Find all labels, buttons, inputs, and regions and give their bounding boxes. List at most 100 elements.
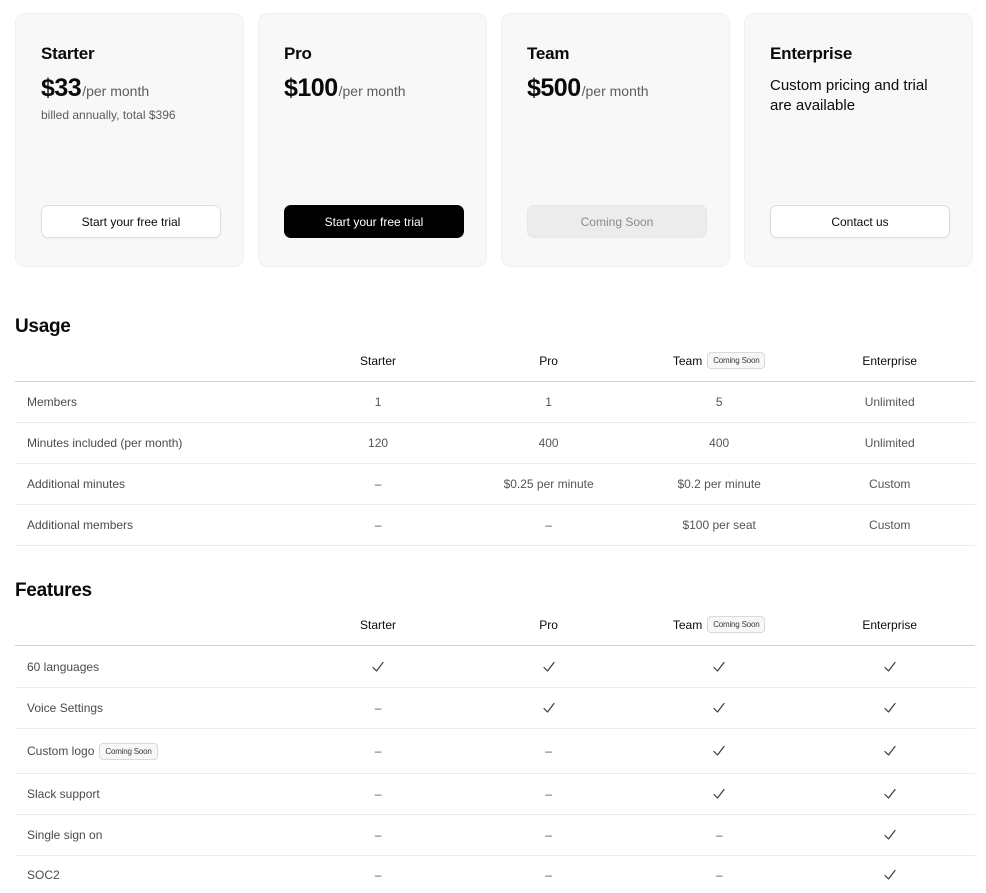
check-icon <box>713 702 725 713</box>
row-label-cell: Single sign on <box>15 828 293 842</box>
check-icon <box>884 661 896 672</box>
value-cell <box>634 787 805 801</box>
column-header-pro: Pro <box>463 618 634 632</box>
not-included-dash: – <box>545 744 552 758</box>
value-cell <box>804 660 975 674</box>
row-label: Additional minutes <box>27 477 126 491</box>
value-cell: 400 <box>463 436 634 450</box>
cell-value: Custom <box>869 477 911 491</box>
not-included-dash: – <box>715 828 723 842</box>
column-header-label: Pro <box>539 353 558 368</box>
check-icon <box>542 702 555 713</box>
row-label: Additional members <box>27 518 134 532</box>
value-cell: – <box>293 744 464 758</box>
table-row: Additional minutes – $0.25 per minute $0.2 … <box>15 464 975 505</box>
column-header-label: Starter <box>360 353 397 368</box>
value-cell <box>634 701 805 715</box>
value-cell <box>804 701 975 715</box>
value-cell: – <box>634 828 805 842</box>
not-included-dash: – <box>374 787 382 801</box>
value-cell: – <box>463 787 634 801</box>
row-label-cell: SOC2 <box>15 868 293 882</box>
plan-period: /per month <box>82 83 150 99</box>
plan-card-enterprise: Enterprise Custom pricing and trial are … <box>744 13 973 267</box>
table-header: Starter Pro Team Coming Soon Enterprise <box>15 340 975 382</box>
plan-price-row: $100 /per month <box>284 74 461 103</box>
value-cell: $0.2 per minute <box>634 477 805 491</box>
cell-value: $0.2 per minute <box>677 477 761 491</box>
plan-cards: Starter $33 /per month billed annually, … <box>15 13 973 267</box>
row-label-cell: Minutes included (per month) <box>15 436 293 450</box>
value-cell: 1 <box>463 395 634 409</box>
value-cell <box>804 828 975 842</box>
table-row: Voice Settings – <box>15 688 975 729</box>
not-included-dash: – <box>715 868 723 882</box>
table-row: Additional members – – $100 per seat Custom <box>15 505 975 546</box>
plan-description: Custom pricing and trial are available <box>770 77 928 114</box>
column-header-team: Team Coming Soon <box>634 352 805 369</box>
not-included-dash: – <box>545 518 552 532</box>
value-cell <box>293 660 464 674</box>
value-cell: 400 <box>634 436 805 450</box>
not-included-dash: – <box>374 701 382 715</box>
not-included-dash: – <box>545 787 552 801</box>
column-header-label: Pro <box>539 617 558 632</box>
cell-value: Unlimited <box>864 395 915 409</box>
check-icon <box>884 829 896 840</box>
start-free-trial-button-pro[interactable]: Start your free trial <box>284 205 464 238</box>
row-label-cell: Members <box>15 395 293 409</box>
not-included-dash: – <box>374 477 382 491</box>
cell-value: $100 per seat <box>682 518 756 532</box>
plan-price-row: $500 /per month <box>527 74 704 103</box>
column-header-team: Team Coming Soon <box>634 616 805 633</box>
cell-value: Custom <box>869 518 911 532</box>
table-row: Minutes included (per month) 120 400 400 Unl… <box>15 423 975 464</box>
column-header-label: Enterprise <box>862 617 918 632</box>
coming-soon-badge: Coming Soon <box>99 742 158 760</box>
contact-us-button[interactable]: Contact us <box>770 205 950 238</box>
plan-price: $33 <box>41 74 82 102</box>
column-header-pro: Pro <box>463 354 634 368</box>
value-cell <box>634 744 805 758</box>
row-label-cell: Voice Settings <box>15 701 293 715</box>
cell-value: Unlimited <box>864 436 915 450</box>
check-icon <box>884 745 896 756</box>
plan-price: $500 <box>527 74 581 102</box>
column-header-label: Team <box>672 617 703 632</box>
value-cell: 1 <box>293 395 464 409</box>
column-header-starter: Starter <box>293 354 464 368</box>
column-header-starter: Starter <box>293 618 464 632</box>
not-included-dash: – <box>374 744 382 758</box>
value-cell: $0.25 per minute <box>463 477 634 491</box>
value-cell: – <box>463 828 634 842</box>
not-included-dash: – <box>374 828 382 842</box>
value-cell: – <box>293 518 464 532</box>
row-label: Minutes included (per month) <box>27 436 183 450</box>
not-included-dash: – <box>374 518 382 532</box>
start-free-trial-button-starter[interactable]: Start your free trial <box>41 205 221 238</box>
row-label: Custom logo <box>27 744 95 758</box>
plan-name: Team <box>527 44 570 63</box>
value-cell <box>804 868 975 882</box>
plan-price-row: $33 /per month <box>41 74 218 103</box>
cell-value: 120 <box>368 436 389 450</box>
plan-card-team: Team $500 /per month Coming Soon <box>501 13 730 267</box>
value-cell: – <box>634 868 805 882</box>
column-header-enterprise: Enterprise <box>804 354 975 368</box>
row-label: SOC2 <box>27 868 60 882</box>
cell-value: 1 <box>374 395 382 409</box>
plan-name: Enterprise <box>770 44 853 63</box>
not-included-dash: – <box>545 868 552 882</box>
table-row: 60 languages <box>15 646 975 688</box>
value-cell: Custom <box>804 477 975 491</box>
table-row: Custom logo Coming Soon – – <box>15 729 975 774</box>
column-header-label: Enterprise <box>862 353 918 368</box>
value-cell: – <box>293 868 464 882</box>
check-icon <box>713 745 725 756</box>
coming-soon-button-team: Coming Soon <box>527 205 707 238</box>
coming-soon-badge: Coming Soon <box>707 352 766 369</box>
row-label-cell: Additional minutes <box>15 477 293 491</box>
table-row: SOC2 – – – <box>15 856 975 893</box>
cell-value: 400 <box>538 436 559 450</box>
plan-name: Pro <box>284 44 312 63</box>
